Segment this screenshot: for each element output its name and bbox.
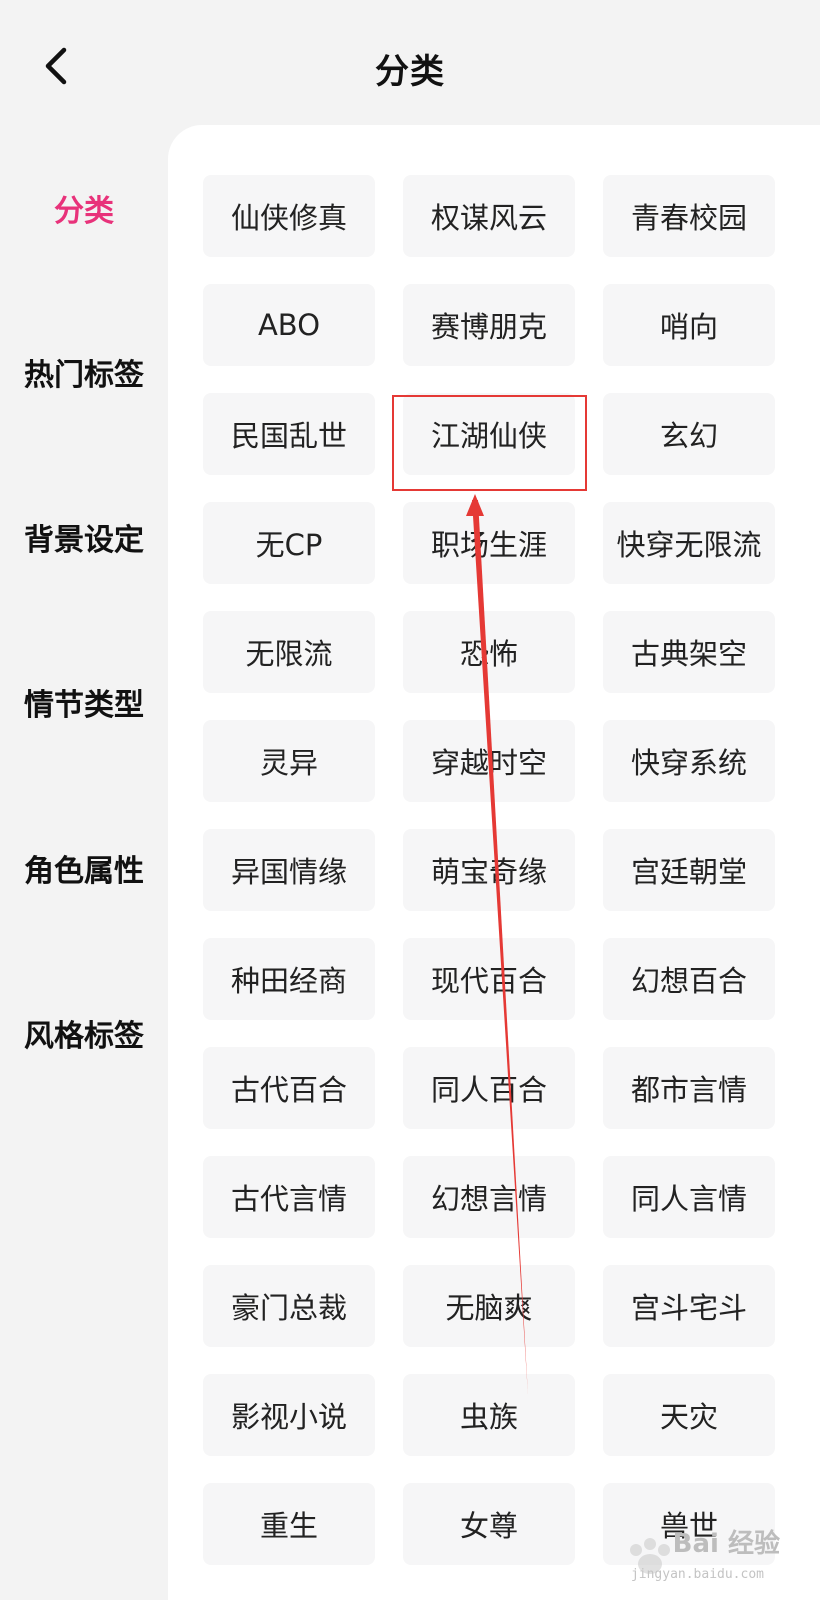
sidebar-item-character[interactable]: 角色属性 xyxy=(0,833,168,903)
tag-item[interactable]: 权谋风云 xyxy=(403,175,575,257)
sidebar: 分类 热门标签 背景设定 情节类型 角色属性 风格标签 xyxy=(0,125,168,1600)
tag-item[interactable]: 快穿无限流 xyxy=(603,502,775,584)
tag-item[interactable]: 青春校园 xyxy=(603,175,775,257)
tag-item[interactable]: 古代言情 xyxy=(203,1156,375,1238)
sidebar-item-plot-type[interactable]: 情节类型 xyxy=(0,667,168,737)
tag-item[interactable]: 玄幻 xyxy=(603,393,775,475)
tag-item[interactable]: 穿越时空 xyxy=(403,720,575,802)
tag-item[interactable]: 赛博朋克 xyxy=(403,284,575,366)
tag-item[interactable]: 异国情缘 xyxy=(203,829,375,911)
tag-item[interactable]: 种田经商 xyxy=(203,938,375,1020)
sidebar-item-style-tags[interactable]: 风格标签 xyxy=(0,998,168,1068)
tag-item[interactable]: 无CP xyxy=(203,502,375,584)
tag-item[interactable]: 宫斗宅斗 xyxy=(603,1265,775,1347)
tag-panel: 仙侠修真 权谋风云 青春校园 ABO 赛博朋克 哨向 民国乱世 江湖仙侠 玄幻 … xyxy=(168,125,820,1600)
tag-item[interactable]: 萌宝奇缘 xyxy=(403,829,575,911)
tag-item[interactable]: 豪门总裁 xyxy=(203,1265,375,1347)
page-title: 分类 xyxy=(375,52,445,92)
tag-item[interactable]: 民国乱世 xyxy=(203,393,375,475)
tag-item[interactable]: 恐怖 xyxy=(403,611,575,693)
tag-item[interactable]: 影视小说 xyxy=(203,1374,375,1456)
tag-item[interactable]: 幻想百合 xyxy=(603,938,775,1020)
sidebar-item-background[interactable]: 背景设定 xyxy=(0,502,168,572)
tag-item[interactable]: 虫族 xyxy=(403,1374,575,1456)
tag-item[interactable]: ABO xyxy=(203,284,375,366)
sidebar-item-hot-tags[interactable]: 热门标签 xyxy=(0,337,168,407)
tag-item-highlighted[interactable]: 江湖仙侠 xyxy=(403,393,575,475)
tag-item[interactable]: 古代百合 xyxy=(203,1047,375,1129)
tag-item[interactable]: 无脑爽 xyxy=(403,1265,575,1347)
tag-item[interactable]: 职场生涯 xyxy=(403,502,575,584)
tag-item[interactable]: 仙侠修真 xyxy=(203,175,375,257)
tag-item[interactable]: 灵异 xyxy=(203,720,375,802)
tag-item[interactable]: 重生 xyxy=(203,1483,375,1565)
tag-item[interactable]: 同人言情 xyxy=(603,1156,775,1238)
tag-item[interactable]: 同人百合 xyxy=(403,1047,575,1129)
tag-item[interactable]: 无限流 xyxy=(203,611,375,693)
tag-grid: 仙侠修真 权谋风云 青春校园 ABO 赛博朋克 哨向 民国乱世 江湖仙侠 玄幻 … xyxy=(203,175,778,1565)
tag-item[interactable]: 都市言情 xyxy=(603,1047,775,1129)
watermark-text: Bai 经验 xyxy=(672,1529,780,1559)
tag-item[interactable]: 快穿系统 xyxy=(603,720,775,802)
tag-item[interactable]: 古典架空 xyxy=(603,611,775,693)
watermark-url: jingyan.baidu.com xyxy=(630,1567,764,1582)
tag-item[interactable]: 哨向 xyxy=(603,284,775,366)
tag-item[interactable]: 天灾 xyxy=(603,1374,775,1456)
sidebar-item-category[interactable]: 分类 xyxy=(0,173,168,243)
app-root: 分类 分类 热门标签 背景设定 情节类型 角色属性 风格标签 仙侠修真 权谋风云… xyxy=(0,0,820,1600)
header: 分类 xyxy=(0,0,820,125)
tag-item[interactable]: 幻想言情 xyxy=(403,1156,575,1238)
tag-item[interactable]: 女尊 xyxy=(403,1483,575,1565)
tag-item[interactable]: 现代百合 xyxy=(403,938,575,1020)
tag-item[interactable]: 宫廷朝堂 xyxy=(603,829,775,911)
